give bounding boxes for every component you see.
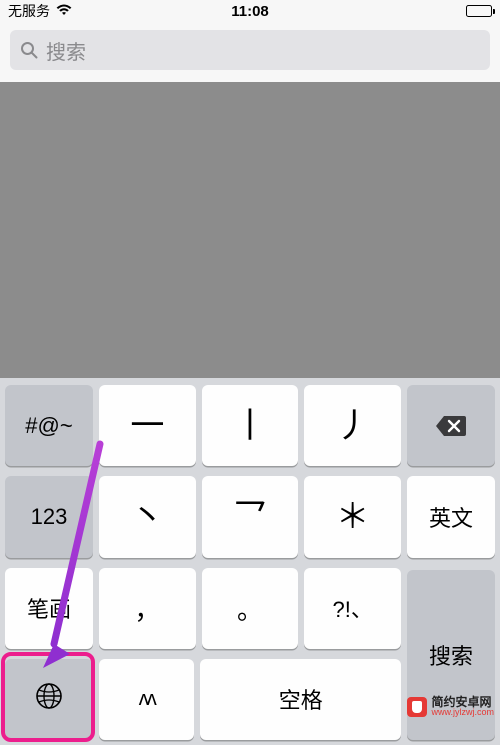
wildcard-key[interactable]: ＊	[304, 476, 401, 557]
emoji-key[interactable]: ᴧᴧ	[99, 659, 194, 740]
watermark-icon	[407, 697, 427, 717]
period-key[interactable]: 。	[202, 568, 299, 649]
stroke-gou-key[interactable]: 乛	[202, 476, 299, 557]
search-placeholder: 搜索	[46, 36, 86, 65]
clock: 11:08	[231, 3, 269, 20]
wifi-icon	[56, 3, 72, 19]
stroke-pie-key[interactable]: 丿	[304, 385, 401, 466]
space-key[interactable]: 空格	[200, 659, 401, 740]
backspace-icon	[434, 414, 468, 438]
bihua-key[interactable]: 笔画	[5, 568, 93, 649]
content-area[interactable]	[0, 82, 500, 378]
english-key[interactable]: 英文	[407, 476, 495, 557]
watermark: 简约安卓网 www.jylzwj.com	[407, 696, 494, 717]
punct-key[interactable]: ?!、	[304, 568, 401, 649]
backspace-key[interactable]	[407, 385, 495, 466]
symbols-key[interactable]: #@~	[5, 385, 93, 466]
carrier-text: 无服务	[8, 1, 50, 21]
keyboard-row-1: #@~ 一 丨 丿	[0, 378, 500, 471]
status-right	[466, 5, 492, 17]
battery-icon	[466, 5, 492, 17]
search-field[interactable]: 搜索	[10, 30, 490, 70]
stroke-shu-key[interactable]: 丨	[202, 385, 299, 466]
stroke-dian-key[interactable]: 丶	[99, 476, 196, 557]
keyboard-row-2: 123 丶 乛 ＊ 英文	[0, 471, 500, 562]
watermark-text: 简约安卓网 www.jylzwj.com	[431, 696, 494, 717]
numbers-key[interactable]: 123	[5, 476, 93, 557]
globe-key[interactable]	[5, 659, 93, 740]
keyboard: #@~ 一 丨 丿 123 丶 乛 ＊ 英文 笔画 ， 。 ?!、 ᴧᴧ	[0, 378, 500, 745]
search-bar-container: 搜索	[0, 22, 500, 82]
globe-icon	[34, 681, 64, 717]
search-icon	[20, 41, 38, 59]
comma-key[interactable]: ，	[99, 568, 196, 649]
stroke-heng-key[interactable]: 一	[99, 385, 196, 466]
emoji-icon: ᴧᴧ	[139, 688, 155, 711]
status-left: 无服务	[8, 1, 72, 21]
status-bar: 无服务 11:08	[0, 0, 500, 22]
